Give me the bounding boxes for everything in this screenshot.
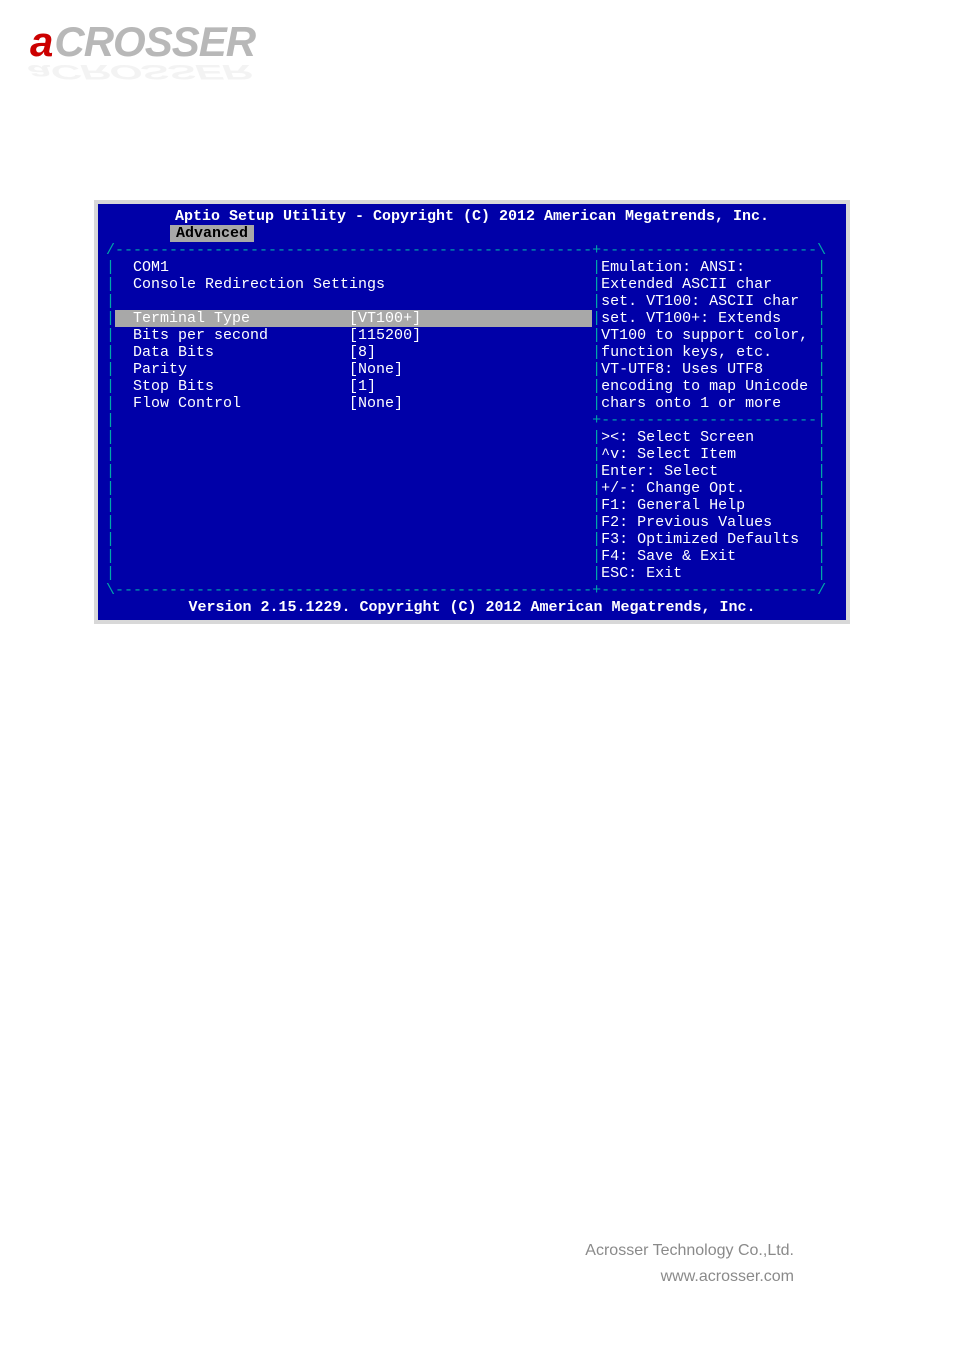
bios-window: Aptio Setup Utility - Copyright (C) 2012… [94, 200, 850, 624]
logo-first-letter: a [28, 18, 54, 65]
footer-url: www.acrosser.com [585, 1264, 794, 1290]
bios-title: Aptio Setup Utility - Copyright (C) 2012… [98, 204, 846, 225]
logo-rest: CROSSER [54, 18, 255, 65]
brand-logo: aCROSSER [28, 18, 255, 66]
footer-company: Acrosser Technology Co.,Ltd. [585, 1238, 794, 1264]
tab-advanced[interactable]: Advanced [170, 225, 254, 242]
bios-footer: Version 2.15.1229. Copyright (C) 2012 Am… [98, 599, 846, 620]
bios-tab-row: Advanced [98, 225, 846, 242]
page-footer: Acrosser Technology Co.,Ltd. www.acrosse… [585, 1238, 794, 1290]
bios-body: /---------------------------------------… [98, 242, 846, 599]
